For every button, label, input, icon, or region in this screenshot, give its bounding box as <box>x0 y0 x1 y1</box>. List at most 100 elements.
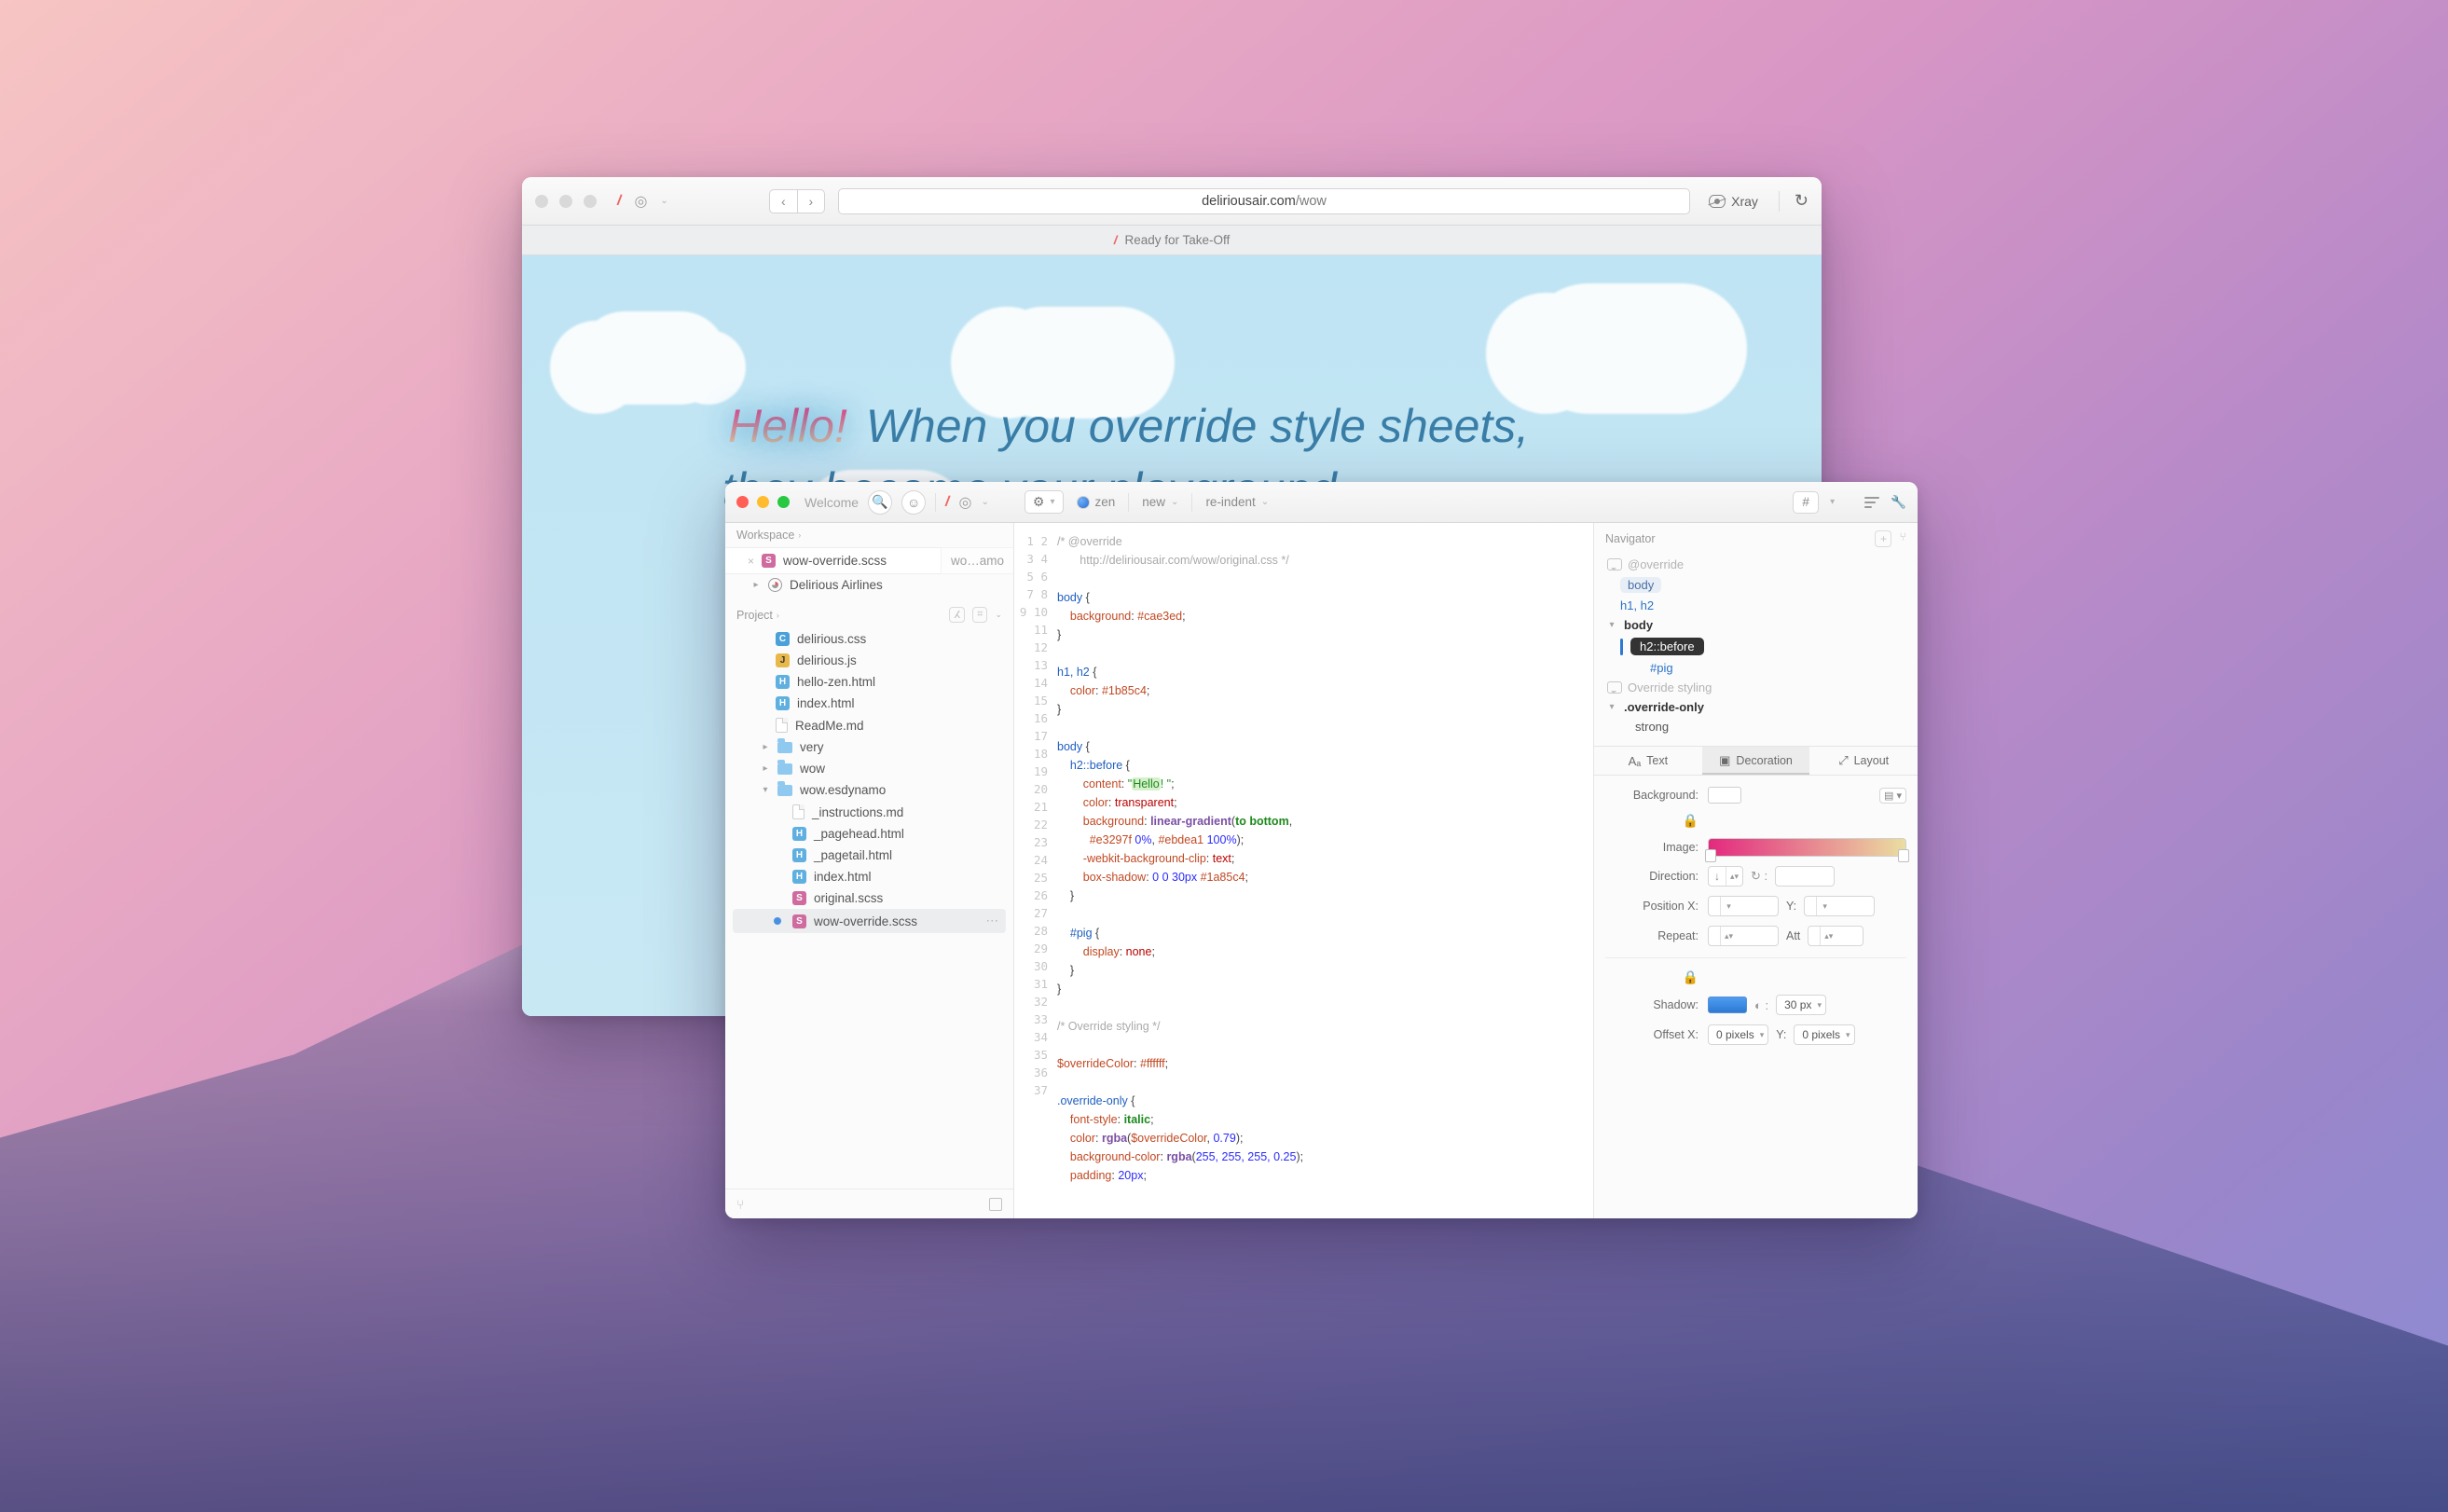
file-item[interactable]: Hindex.html <box>725 693 1013 714</box>
filter-icon[interactable]: ⑂ <box>1899 530 1906 547</box>
tab-label: wow-override.scss <box>783 554 887 568</box>
tab-decoration[interactable]: ▣Decoration <box>1702 747 1810 775</box>
label-repeat: Repeat: <box>1605 929 1698 942</box>
folder-item[interactable]: ▸very <box>725 736 1013 758</box>
search-button[interactable]: 🔍 <box>868 490 892 515</box>
label-direction: Direction: <box>1605 870 1698 883</box>
reload-button[interactable]: ↻ <box>1795 191 1808 211</box>
offset-y-input[interactable]: 0 pixels▾ <box>1794 1024 1854 1045</box>
nav-item[interactable]: strong <box>1602 717 1910 736</box>
sidebar-footer: ⑂ <box>725 1189 1013 1218</box>
tab-layout[interactable]: ⤢Layout <box>1809 747 1918 775</box>
inspector-panel: Navigator +⑂ @overridebodyh1, h2▾bodyh2:… <box>1593 523 1918 1218</box>
nav-group[interactable]: ▾.override-only <box>1602 697 1910 717</box>
label-offset-y: Y: <box>1776 1028 1786 1041</box>
traffic-lights[interactable] <box>736 496 790 508</box>
nav-item-selected[interactable]: h2::before <box>1602 635 1910 658</box>
nav-comment[interactable]: Override styling <box>1602 678 1910 697</box>
label-offset-x: Offset X: <box>1605 1028 1698 1041</box>
workspace-header[interactable]: Workspace › <box>725 523 1013 547</box>
inspector-tabs: AₐText ▣Decoration ⤢Layout <box>1594 746 1918 776</box>
open-tab-inactive[interactable]: wo…amo <box>941 547 1013 574</box>
wrench-icon[interactable]: 🔧 <box>1891 495 1906 510</box>
nav-back-button[interactable]: ‹ <box>769 189 797 213</box>
sidebar: Workspace › × S wow-override.scss wo…amo… <box>725 523 1014 1218</box>
background-menu[interactable]: ▤ ▾ <box>1879 788 1906 804</box>
tab-text[interactable]: AₐText <box>1594 747 1702 775</box>
package-icon[interactable] <box>989 1198 1002 1211</box>
file-item-selected[interactable]: Swow-override.scss⋯ <box>733 909 1006 933</box>
nav-item[interactable]: #pig <box>1602 658 1910 678</box>
project-header[interactable]: Project › ⵃ⌗⌄ <box>725 601 1013 628</box>
file-item[interactable]: ReadMe.md <box>725 714 1013 736</box>
workspace-item[interactable]: ▸ Delirious Airlines <box>725 574 1013 596</box>
sidebar-toggle-icon[interactable] <box>1864 497 1879 508</box>
css-badge-icon: C <box>776 632 790 646</box>
file-item[interactable]: Hhello-zen.html <box>725 671 1013 693</box>
nav-group[interactable]: ▾body <box>1602 615 1910 635</box>
hash-chevron-icon[interactable]: ▾ <box>1830 497 1835 507</box>
rotate-input[interactable] <box>1775 866 1835 887</box>
file-item[interactable]: H_pagehead.html <box>725 823 1013 845</box>
dropdown-chevron-icon[interactable]: ⌄ <box>982 497 989 507</box>
tab-glyph-icon: / <box>1112 233 1118 247</box>
preview-icon[interactable]: ⵃ <box>949 607 965 623</box>
file-item[interactable]: H_pagetail.html <box>725 845 1013 866</box>
traffic-lights[interactable] <box>535 195 597 208</box>
folder-item[interactable]: ▾wow.esdynamo <box>725 779 1013 801</box>
file-item[interactable]: _instructions.md <box>725 801 1013 823</box>
hash-button[interactable]: # <box>1793 491 1819 514</box>
lock-icon[interactable]: 🔒 <box>1683 969 1698 985</box>
address-bar[interactable]: deliriousair.com/wow <box>838 188 1690 214</box>
shadow-color-swatch[interactable] <box>1708 997 1747 1013</box>
file-item[interactable]: Soriginal.scss <box>725 887 1013 909</box>
nav-comment[interactable]: @override <box>1602 555 1910 574</box>
target-icon[interactable]: ◎ <box>959 493 972 512</box>
nav-item[interactable]: h1, h2 <box>1602 596 1910 615</box>
menu-reindent[interactable]: re-indent ⌄ <box>1202 493 1272 511</box>
gradient-editor[interactable] <box>1708 838 1906 857</box>
xray-toggle[interactable]: Xray <box>1703 194 1764 209</box>
direction-select[interactable]: ↓▴▾ <box>1708 866 1743 887</box>
repeat-select[interactable]: ▴▾ <box>1708 926 1779 946</box>
nav-item[interactable]: body <box>1602 574 1910 596</box>
position-x-select[interactable]: ▾ <box>1708 896 1779 916</box>
add-button[interactable]: + <box>1875 530 1891 547</box>
gradient-stop-start[interactable] <box>1705 849 1716 862</box>
menu-new[interactable]: new ⌄ <box>1138 493 1182 511</box>
branch-icon[interactable]: ⑂ <box>736 1197 744 1212</box>
attachment-select[interactable]: ▴▾ <box>1808 926 1864 946</box>
dropdown-chevron-icon[interactable]: ⌄ <box>660 196 667 206</box>
label-attachment: Att <box>1786 929 1800 942</box>
browser-tabbar[interactable]: / Ready for Take-Off <box>522 226 1822 255</box>
gradient-stop-end[interactable] <box>1898 849 1909 862</box>
nav-forward-button[interactable]: › <box>797 189 825 213</box>
js-badge-icon: J <box>776 653 790 667</box>
layout-icon: ⤢ <box>1838 753 1848 768</box>
file-item[interactable]: Hindex.html <box>725 866 1013 887</box>
settings-dropdown[interactable]: ⚙︎ ▾ <box>1025 490 1064 514</box>
close-icon[interactable]: × <box>748 555 754 568</box>
code-content[interactable]: /* @override http://deliriousair.com/wow… <box>1057 523 1593 1218</box>
code-editor[interactable]: 1 2 3 4 5 6 7 8 9 10 11 12 13 14 15 16 1… <box>1014 523 1593 1218</box>
offset-x-input[interactable]: 0 pixels▾ <box>1708 1024 1768 1045</box>
nav-back-forward[interactable]: ‹ › <box>769 189 825 213</box>
position-y-select[interactable]: ▾ <box>1804 896 1875 916</box>
hero-hello: Hello! <box>722 400 853 452</box>
label-position-x: Position X: <box>1605 900 1698 913</box>
smiley-button[interactable]: ☺ <box>901 490 926 515</box>
lock-icon[interactable]: 🔒 <box>1683 813 1698 829</box>
target-icon[interactable]: ◎ <box>634 192 647 211</box>
folder-item[interactable]: ▸wow <box>725 758 1013 779</box>
comment-icon <box>1607 681 1622 694</box>
text-icon: Aₐ <box>1629 754 1642 768</box>
label-image: Image: <box>1605 841 1698 854</box>
file-item[interactable]: Jdelirious.js <box>725 650 1013 671</box>
scheme-picker[interactable]: zen <box>1073 493 1120 511</box>
scan-icon[interactable]: ⌗ <box>972 607 987 623</box>
file-item[interactable]: Cdelirious.css <box>725 628 1013 650</box>
open-tab-active[interactable]: × S wow-override.scss <box>725 547 941 574</box>
shadow-size-input[interactable]: 30 px▾ <box>1776 995 1826 1015</box>
scss-badge-icon: S <box>792 914 806 928</box>
background-swatch[interactable] <box>1708 787 1741 804</box>
